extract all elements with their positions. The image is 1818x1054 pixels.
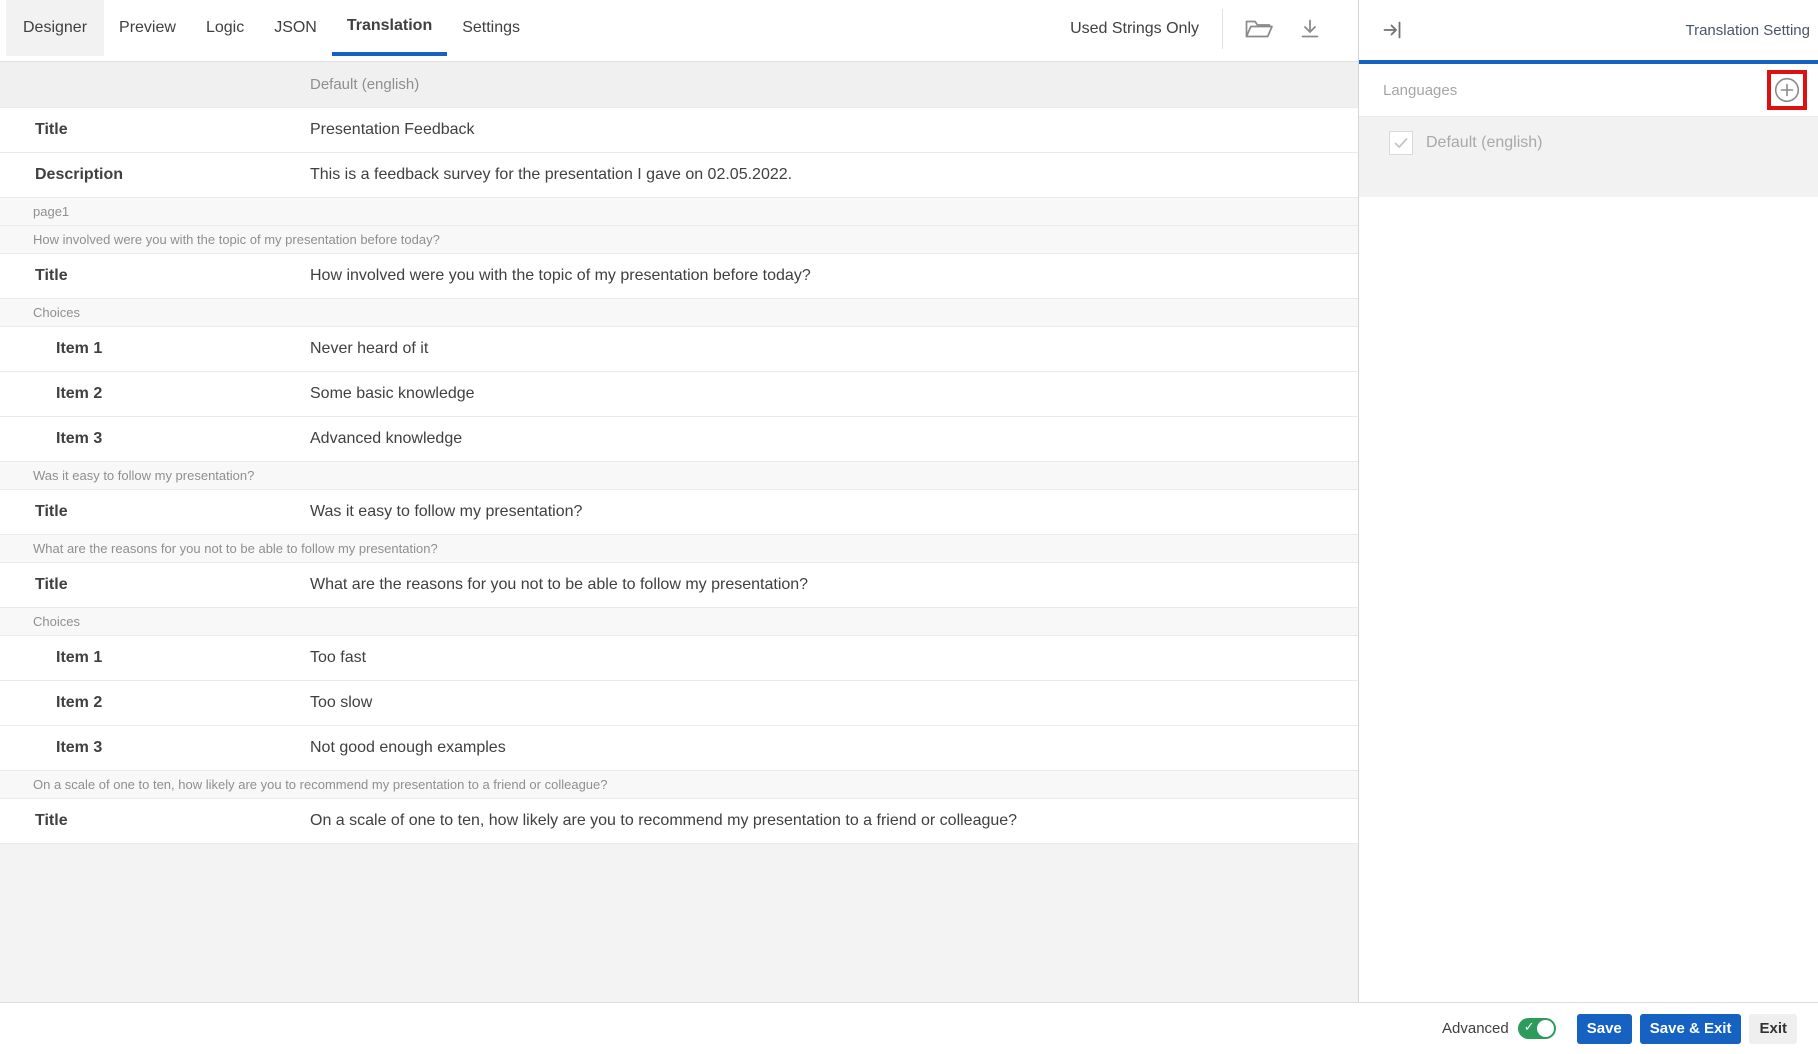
exit-button[interactable]: Exit <box>1749 1014 1797 1044</box>
string-row: Item 2Too slow <box>0 681 1358 726</box>
string-row: TitleOn a scale of one to ten, how likel… <box>0 799 1358 844</box>
string-value[interactable]: On a scale of one to ten, how likely are… <box>310 812 1358 830</box>
save-button[interactable]: Save <box>1577 1014 1632 1044</box>
translation-table: Default (english) TitlePresentation Feed… <box>0 62 1358 844</box>
string-value[interactable]: Too fast <box>310 649 1358 667</box>
group-header-label: Choices <box>0 305 80 320</box>
group-header-label: On a scale of one to ten, how likely are… <box>0 777 608 792</box>
string-row: TitleWas it easy to follow my presentati… <box>0 490 1358 535</box>
group-header-row: Choices <box>0 299 1358 327</box>
tab-json[interactable]: JSON <box>259 0 332 56</box>
string-value[interactable]: Was it easy to follow my presentation? <box>310 503 1358 521</box>
string-row: TitleHow involved were you with the topi… <box>0 254 1358 299</box>
translation-settings-panel: Translation Setting Languages <box>1358 0 1818 1002</box>
advanced-toggle-label: Advanced <box>1442 1020 1509 1037</box>
group-header-row: Was it easy to follow my presentation? <box>0 462 1358 490</box>
default-language-checkbox[interactable] <box>1389 131 1413 155</box>
translation-toolbar: Used Strings Only <box>1070 0 1322 58</box>
collapse-panel-button[interactable] <box>1381 18 1405 42</box>
group-header-row: What are the reasons for you not to be a… <box>0 535 1358 563</box>
advanced-toggle[interactable]: ✓ <box>1518 1018 1556 1039</box>
languages-label: Languages <box>1383 82 1457 99</box>
group-header-label: What are the reasons for you not to be a… <box>0 541 438 556</box>
string-label: Description <box>0 166 310 184</box>
string-label: Title <box>0 576 310 594</box>
string-label: Title <box>0 121 310 139</box>
group-header-label: How involved were you with the topic of … <box>0 232 440 247</box>
string-row: Item 1Never heard of it <box>0 327 1358 372</box>
string-row: Item 3Advanced knowledge <box>0 417 1358 462</box>
content-area: Used Strings Only <box>0 0 1818 1002</box>
group-header-row: How involved were you with the topic of … <box>0 226 1358 254</box>
string-value[interactable]: Too slow <box>310 694 1358 712</box>
string-label: Item 3 <box>0 739 310 757</box>
add-language-button[interactable] <box>1774 77 1800 103</box>
group-header-row: page1 <box>0 198 1358 226</box>
open-folder-icon <box>1244 17 1274 41</box>
default-language-label: Default (english) <box>1426 131 1543 155</box>
group-header-label: page1 <box>0 204 69 219</box>
string-label: Item 2 <box>0 385 310 403</box>
string-row: DescriptionThis is a feedback survey for… <box>0 153 1358 198</box>
string-label: Item 3 <box>0 430 310 448</box>
import-button[interactable] <box>1244 17 1274 41</box>
tab-designer[interactable]: Designer <box>6 0 104 56</box>
default-language-item: Default (english) <box>1359 117 1818 197</box>
string-label: Item 1 <box>0 649 310 667</box>
toggle-check-icon: ✓ <box>1524 1019 1535 1035</box>
footer-bar: Advanced ✓ Save Save & Exit Exit <box>0 1002 1818 1054</box>
string-label: Item 2 <box>0 694 310 712</box>
string-row: Item 2Some basic knowledge <box>0 372 1358 417</box>
group-header-row: Choices <box>0 608 1358 636</box>
languages-row: Languages <box>1359 64 1818 117</box>
panel-title: Translation Setting <box>1685 22 1810 39</box>
save-and-exit-button[interactable]: Save & Exit <box>1640 1014 1742 1044</box>
table-header-row: Default (english) <box>0 62 1358 108</box>
string-value[interactable]: Not good enough examples <box>310 739 1358 757</box>
string-value[interactable]: What are the reasons for you not to be a… <box>310 576 1358 594</box>
collapse-panel-icon <box>1381 18 1405 42</box>
toggle-knob <box>1537 1020 1554 1037</box>
tab-logic[interactable]: Logic <box>191 0 259 56</box>
string-value[interactable]: Presentation Feedback <box>310 121 1358 139</box>
group-header-label: Choices <box>0 614 80 629</box>
string-value[interactable]: How involved were you with the topic of … <box>310 267 1358 285</box>
download-icon <box>1298 17 1322 41</box>
toolbar-divider <box>1222 9 1223 49</box>
string-value[interactable]: Never heard of it <box>310 340 1358 358</box>
string-label: Title <box>0 812 310 830</box>
panel-header: Translation Setting <box>1359 0 1818 64</box>
string-row: Item 1Too fast <box>0 636 1358 681</box>
string-row: TitlePresentation Feedback <box>0 108 1358 153</box>
export-button[interactable] <box>1298 17 1322 41</box>
add-language-plus-icon <box>1774 77 1800 103</box>
group-header-row: On a scale of one to ten, how likely are… <box>0 771 1358 799</box>
tab-settings[interactable]: Settings <box>447 0 535 56</box>
tab-bar: Used Strings Only <box>0 0 1358 62</box>
string-row: TitleWhat are the reasons for you not to… <box>0 563 1358 608</box>
tab-translation[interactable]: Translation <box>332 0 447 56</box>
tab-preview[interactable]: Preview <box>104 0 191 56</box>
string-label: Title <box>0 503 310 521</box>
string-value[interactable]: This is a feedback survey for the presen… <box>310 166 1358 184</box>
string-row: Item 3Not good enough examples <box>0 726 1358 771</box>
used-strings-only-toggle[interactable]: Used Strings Only <box>1070 20 1199 38</box>
string-value[interactable]: Advanced knowledge <box>310 430 1358 448</box>
group-header-label: Was it easy to follow my presentation? <box>0 468 254 483</box>
translation-main-region: Used Strings Only <box>0 0 1358 1002</box>
string-label: Title <box>0 267 310 285</box>
string-value[interactable]: Some basic knowledge <box>310 385 1358 403</box>
locale-column-header: Default (english) <box>310 76 419 93</box>
survey-creator-app: Used Strings Only <box>0 0 1818 1054</box>
string-label: Item 1 <box>0 340 310 358</box>
